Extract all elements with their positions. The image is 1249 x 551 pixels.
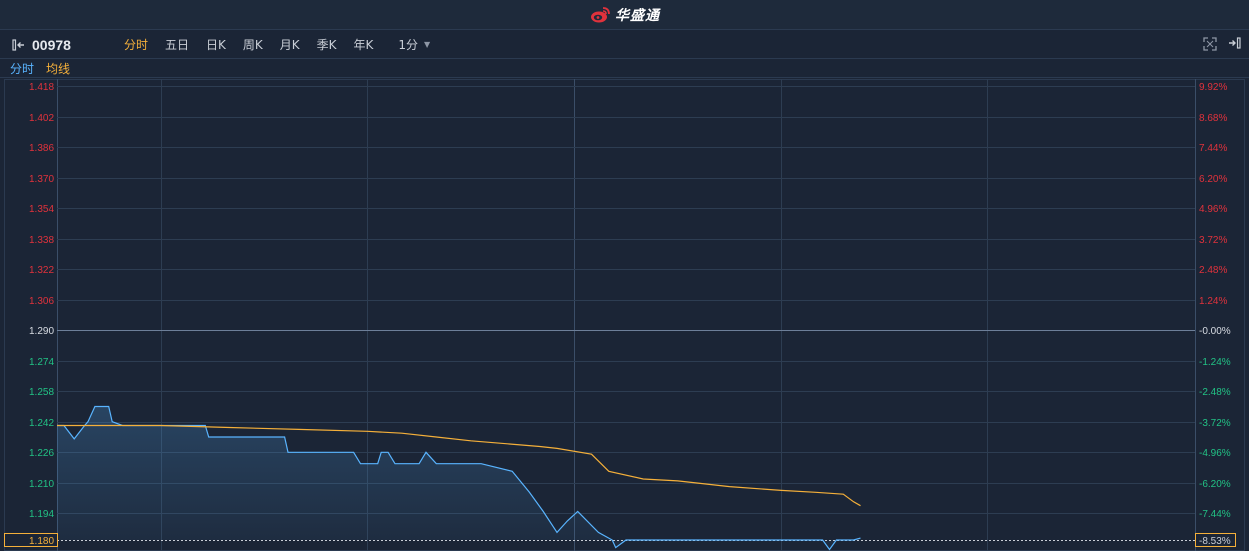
chart-toolbar: 00978 分时 五日 日K 周K 月K 季K 年K 1分 ▼ — [0, 31, 1249, 59]
legend-average-line: 均线 — [46, 62, 71, 76]
period-dropdown[interactable]: 1分 ▼ — [398, 36, 430, 53]
y-tick-label: 1.258 — [29, 387, 54, 398]
y-tick-label: 1.194 — [29, 509, 54, 520]
y-tick-label: 1.210 — [29, 479, 54, 490]
y-tick-label: 1.370 — [29, 174, 54, 185]
chart-legend: 分时 均线 — [0, 60, 1249, 78]
tab-daily-k[interactable]: 日K — [206, 36, 226, 53]
pct-tick-label: -3.72% — [1199, 418, 1231, 429]
pct-tick-label: 1.24% — [1199, 296, 1227, 307]
tab-yearly-k[interactable]: 年K — [354, 36, 374, 53]
pct-tick-label: -0.00% — [1199, 326, 1231, 337]
y-tick-label: 1.242 — [29, 418, 54, 429]
pct-tick-label: 4.96% — [1199, 204, 1227, 215]
logo-text: 华盛通 — [615, 7, 660, 24]
sina-eye-icon — [591, 6, 610, 22]
y-tick-label: 1.180 — [29, 536, 54, 547]
tab-weekly-k[interactable]: 周K — [243, 36, 263, 53]
pct-tick-label: -4.96% — [1199, 448, 1231, 459]
y-tick-label: 1.354 — [29, 204, 54, 215]
collapse-left-icon[interactable] — [12, 38, 26, 51]
y-tick-label: 1.306 — [29, 296, 54, 307]
y-tick-label: 1.338 — [29, 235, 54, 246]
pct-tick-label: -6.20% — [1199, 479, 1231, 490]
app-logo: 华盛通 — [589, 5, 660, 25]
pct-tick-label: 2.48% — [1199, 265, 1227, 276]
pct-tick-label: 9.92% — [1199, 82, 1227, 93]
collapse-right-icon[interactable] — [1227, 37, 1241, 49]
y-tick-label: 1.226 — [29, 448, 54, 459]
y-tick-label: 1.274 — [29, 357, 54, 368]
pct-tick-label: 8.68% — [1199, 113, 1227, 124]
tab-monthly-k[interactable]: 月K — [280, 36, 300, 53]
legend-price-line: 分时 — [10, 62, 35, 76]
y-tick-label: 1.418 — [29, 82, 54, 93]
period-value: 1分 — [398, 38, 419, 52]
fullscreen-icon[interactable] — [1203, 37, 1217, 51]
y-tick-label: 1.386 — [29, 143, 54, 154]
tab-intraday[interactable]: 分时 — [124, 36, 148, 53]
y-tick-label: 1.402 — [29, 113, 54, 124]
chevron-down-icon: ▼ — [424, 40, 431, 49]
pct-tick-label: -8.53% — [1199, 536, 1231, 547]
pct-tick-label: -2.48% — [1199, 387, 1231, 398]
intraday-chart[interactable]: 1.418 9.92% 1.402 8.68% 1.386 7.44% 1.370 6.20%… — [0, 79, 1249, 551]
tab-quarterly-k[interactable]: 季K — [317, 36, 337, 53]
pct-tick-label: 3.72% — [1199, 235, 1227, 246]
title-bar: 华盛通 — [0, 0, 1249, 30]
pct-tick-label: 6.20% — [1199, 174, 1227, 185]
y-tick-label: 1.290 — [29, 326, 54, 337]
stock-code: 00978 — [32, 36, 71, 53]
pct-tick-label: -1.24% — [1199, 357, 1231, 368]
stock-selector[interactable]: 00978 — [12, 37, 124, 53]
pct-tick-label: 7.44% — [1199, 143, 1227, 154]
y-tick-label: 1.322 — [29, 265, 54, 276]
tab-five-day[interactable]: 五日 — [165, 36, 189, 53]
pct-tick-label: -7.44% — [1199, 509, 1231, 520]
